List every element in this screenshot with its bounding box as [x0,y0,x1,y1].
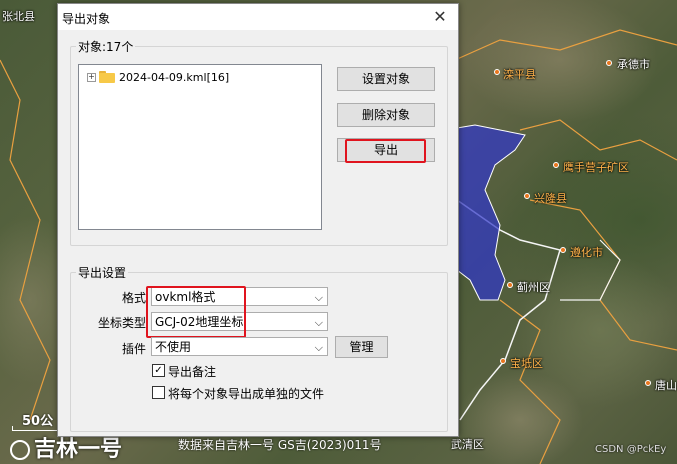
separate-files-checkbox[interactable] [152,386,165,399]
map-label: 遵化市 [570,246,603,259]
dialog-titlebar[interactable]: 导出对象 ✕ [58,4,458,30]
map-label: 承德市 [617,58,650,71]
map-copyright: 数据来自吉林一号 GS吉(2023)011号 [178,438,382,452]
tree-item[interactable]: + 2024-04-09.kml[16] [87,69,229,85]
close-icon[interactable]: ✕ [430,7,450,27]
brand-icon [10,440,30,460]
separate-files-label: 将每个对象导出成单独的文件 [168,387,325,401]
map-label: 兴隆县 [534,192,567,205]
plugin-label: 插件 [121,342,146,356]
city-marker-icon [524,193,530,199]
city-marker-icon [500,358,506,364]
coord-type-label: 坐标类型 [97,316,146,330]
tree-item-label: 2024-04-09.kml[16] [119,70,230,84]
city-marker-icon [553,162,559,168]
export-settings-label: 导出设置 [76,264,129,281]
map-label: 武清区 [451,438,484,451]
format-select[interactable]: ovkml格式 ⌵ [151,287,328,306]
map-label: 鹰手营子矿区 [563,161,629,174]
watermark: CSDN @PckEy [595,444,667,455]
format-value: ovkml格式 [155,290,216,304]
city-marker-icon [606,60,612,66]
export-objects-dialog: 导出对象 ✕ 对象:17个 + 2024-04-09.kml[16] 设置对象 … [57,3,459,437]
city-marker-icon [560,247,566,253]
chevron-down-icon: ⌵ [314,291,323,304]
export-notes-checkbox[interactable]: ✓ [152,364,165,377]
objects-group-label: 对象:17个 [76,38,136,55]
expand-icon[interactable]: + [87,72,96,82]
manage-button[interactable]: 管理 [335,336,388,358]
format-label: 格式 [121,291,146,305]
chevron-down-icon: ⌵ [314,341,323,354]
coord-type-value: GCJ-02地理坐标 [155,315,244,329]
folder-icon [99,71,115,83]
map-label: 滦平县 [503,68,536,81]
map-label: 宝坻区 [510,357,543,370]
city-marker-icon [507,282,513,288]
set-objects-button[interactable]: 设置对象 [337,67,435,91]
map-label: 唐山 [655,379,677,392]
city-marker-icon [645,380,651,386]
city-marker-icon [494,69,500,75]
brand-text: 吉林一号 [34,437,123,462]
export-notes-label: 导出备注 [168,365,217,379]
object-tree[interactable]: + 2024-04-09.kml[16] [78,64,322,230]
dialog-title: 导出对象 [62,12,111,26]
chevron-down-icon: ⌵ [314,316,323,329]
plugin-value: 不使用 [155,340,192,354]
delete-objects-button[interactable]: 删除对象 [337,103,435,127]
map-label: 张北县 [2,10,35,23]
map-label: 蓟州区 [517,281,550,294]
coord-type-select[interactable]: GCJ-02地理坐标 ⌵ [151,312,328,331]
plugin-select[interactable]: 不使用 ⌵ [151,337,328,356]
export-button[interactable]: 导出 [337,138,435,162]
